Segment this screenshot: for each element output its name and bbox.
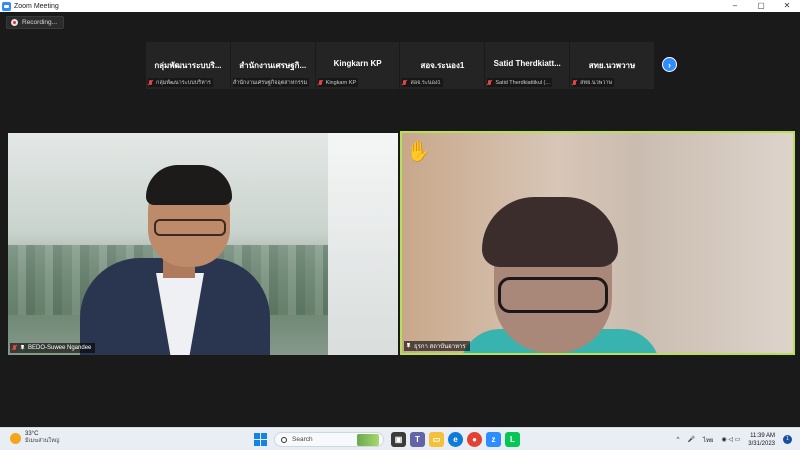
muted-mic-icon <box>12 345 17 351</box>
participant-display-name: Satid Therdkiatt... <box>493 59 561 68</box>
muted-mic-icon <box>572 79 577 86</box>
chrome-icon[interactable]: ● <box>467 432 482 447</box>
participant-tile[interactable]: กลุ่มพัฒนาระบบริ... กลุ่มพัฒนาระบบบริหาร <box>146 42 230 89</box>
weather-condition: มีเมฆส่วนใหญ่ <box>25 438 60 444</box>
muted-mic-icon <box>318 79 323 86</box>
pin-icon <box>406 343 411 349</box>
network-volume-battery-icon[interactable]: ◉ ◁ ▭ <box>721 436 740 443</box>
title-bar: Zoom Meeting – ▢ ✕ <box>0 0 800 12</box>
clock-time: 11:39 AM <box>750 432 775 439</box>
participant-label: สอจ.ระนอง1 <box>402 78 443 87</box>
weather-temp: 33°C <box>25 431 39 437</box>
chevron-right-icon: › <box>668 59 671 70</box>
file-explorer-icon[interactable]: ▭ <box>429 432 444 447</box>
participant-label: Kingkarn KP <box>317 78 359 87</box>
language-indicator[interactable]: ไทย <box>703 435 714 445</box>
zoom-app-icon[interactable]: z <box>486 432 501 447</box>
participant-display-name: สทย.นวพวาษ <box>588 61 636 70</box>
participant-tile[interactable]: Kingkarn KP Kingkarn KP <box>315 42 400 89</box>
participant-tile[interactable]: Satid Therdkiatt... Satid Therdkiattikul… <box>485 42 570 89</box>
window-title: Zoom Meeting <box>14 2 59 10</box>
video-name-tag: ธุรกา สถาบันอาหาร <box>404 341 470 351</box>
notification-badge[interactable]: 1 <box>783 435 792 444</box>
taskbar-apps: Search ▣ T ▭ e ● z L <box>254 431 520 448</box>
windows-taskbar: 33°C มีเมฆส่วนใหญ่ Search ▣ T ▭ e ● z L … <box>0 427 800 450</box>
video-name-tag: BEDO-Suwee Ngandee <box>10 343 96 353</box>
participant-label: สำนักงานเศรษฐกิจอุตสาหกรรม <box>232 78 310 87</box>
recording-indicator[interactable]: Recording... <box>6 16 65 29</box>
search-icon <box>281 436 287 443</box>
zoom-logo-icon <box>2 1 11 11</box>
participant-label-text: สอจ.ระนอง1 <box>410 79 441 86</box>
clock-date: 3/31/2023 <box>748 440 775 447</box>
search-highlight-icon <box>357 434 379 446</box>
video-tile-right-active-speaker[interactable]: ✋ ธุรกา สถาบันอาหาร <box>400 131 795 355</box>
video-name-label: ธุรกา สถาบันอาหาร <box>414 344 466 350</box>
system-tray: ^ 🎤 ไทย ◉ ◁ ▭ 11:39 AM 3/31/2023 1 <box>677 430 792 449</box>
minimize-button[interactable]: – <box>722 0 748 12</box>
participant-label-text: สำนักงานเศรษฐกิจอุตสาหกรรม <box>232 79 308 86</box>
muted-mic-icon <box>487 79 492 86</box>
weather-widget[interactable]: 33°C มีเมฆส่วนใหญ่ <box>10 431 59 445</box>
participant-label-text: กลุ่มพัฒนาระบบบริหาร <box>156 79 211 86</box>
participant-label-text: Satid Therdkiattikul (... <box>495 79 550 86</box>
tray-chevron-icon[interactable]: ^ <box>677 437 680 443</box>
participant-display-name: Kingkarn KP <box>333 59 382 68</box>
edge-icon[interactable]: e <box>448 432 463 447</box>
participant-label: Satid Therdkiattikul (... <box>487 78 552 87</box>
taskbar-search[interactable]: Search <box>274 432 384 447</box>
line-icon[interactable]: L <box>505 432 520 447</box>
muted-mic-icon <box>402 79 407 86</box>
start-button[interactable] <box>254 433 267 446</box>
clock[interactable]: 11:39 AM 3/31/2023 <box>748 432 775 448</box>
search-placeholder: Search <box>292 436 313 443</box>
video-tile-left[interactable]: BEDO-Suwee Ngandee <box>8 133 398 355</box>
task-view-icon[interactable]: ▣ <box>391 432 406 447</box>
window-controls: – ▢ ✕ <box>722 0 800 12</box>
participant-tile[interactable]: สำนักงานเศรษฐกิ... สำนักงานเศรษฐกิจอุตสา… <box>230 42 315 89</box>
recording-label: Recording... <box>22 19 58 26</box>
raised-hand-icon: ✋ <box>406 141 431 163</box>
recording-icon <box>11 19 18 26</box>
participant-label: สทย.นวพวาษ <box>572 78 615 87</box>
participant-label-text: สทย.นวพวาษ <box>580 79 613 86</box>
video-name-label: BEDO-Suwee Ngandee <box>28 345 92 351</box>
participant-strip: กลุ่มพัฒนาระบบริ... กลุ่มพัฒนาระบบบริหาร… <box>146 42 654 89</box>
next-page-button[interactable]: › <box>662 57 677 72</box>
participant-label: กลุ่มพัฒนาระบบบริหาร <box>148 78 213 87</box>
participant-display-name: สอจ.ระนอง1 <box>420 61 465 70</box>
pin-icon <box>20 345 25 351</box>
maximize-button[interactable]: ▢ <box>748 0 774 12</box>
close-button[interactable]: ✕ <box>774 0 800 12</box>
participant-tile[interactable]: สทย.นวพวาษ สทย.นวพวาษ <box>570 42 654 89</box>
muted-mic-icon <box>148 79 153 86</box>
background-window <box>328 133 398 355</box>
participant-display-name: กลุ่มพัฒนาระบบริ... <box>154 61 222 70</box>
weather-icon <box>10 432 21 444</box>
participant-tile[interactable]: สอจ.ระนอง1 สอจ.ระนอง1 <box>400 42 485 89</box>
participant-display-name: สำนักงานเศรษฐกิ... <box>239 61 307 70</box>
teams-icon[interactable]: T <box>410 432 425 447</box>
zoom-window: Zoom Meeting – ▢ ✕ Recording... กลุ่มพัฒ… <box>0 0 800 427</box>
participant-label-text: Kingkarn KP <box>325 79 357 86</box>
microphone-icon[interactable]: 🎤 <box>687 436 694 443</box>
